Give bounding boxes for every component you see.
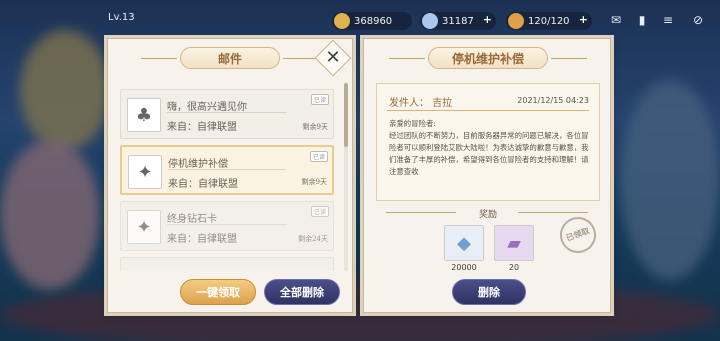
mail-detail-panel: 停机维护补偿 发件人： 吉拉 2021/12/15 04:23 亲爱的冒险者: …	[363, 38, 611, 313]
reward-diamond[interactable]: ◆	[444, 225, 484, 261]
mail-item-selected[interactable]: ✦ 停机维护补偿 来自：自律联盟 已读 剩余9天	[120, 145, 334, 195]
mail-list[interactable]: ♣ 嗨，很高兴遇见你 来自：自律联盟 已读 剩余9天 ✦ 停机维护补偿 来自：自…	[120, 83, 342, 271]
mail-gift-icon: ✦	[127, 210, 161, 244]
sender: 发件人： 吉拉	[389, 98, 453, 109]
letter-greeting: 亲爱的冒险者:	[389, 119, 436, 128]
diamond-resource[interactable]: 31187 +	[420, 12, 496, 30]
mail-divider	[168, 169, 286, 170]
read-badge: 已读	[310, 94, 329, 105]
phone-icon[interactable]: ▮	[634, 12, 650, 28]
diamond-icon	[422, 13, 438, 29]
mail-divider	[167, 112, 287, 113]
mail-title: 停机维护补偿	[168, 159, 228, 170]
mail-divider	[167, 224, 287, 225]
gold-coin-icon	[334, 13, 350, 29]
mail-item[interactable]: ♣ 嗨，很高兴遇见你 来自：自律联盟 已读 剩余9天	[120, 89, 334, 139]
detail-title: 停机维护补偿	[389, 47, 587, 69]
gold-value: 368960	[354, 15, 393, 27]
delete-all-button[interactable]: 全部删除	[264, 279, 340, 305]
claim-all-button[interactable]: 一键领取	[180, 279, 256, 305]
mailbox-title: 邮件	[141, 47, 319, 69]
mail-item[interactable]: ✦ 终身钻石卡 来自：自律联盟 已读 剩余24天	[120, 201, 334, 251]
stamina-value: 120/120	[528, 15, 570, 27]
gold-resource[interactable]: 368960	[332, 12, 412, 30]
letter-content: 经过团队的不断努力，目前服务器异常的问题已解决，各位冒险者可以顺利登陆艾欧大陆啦…	[389, 131, 589, 176]
letter-body: 亲爱的冒险者: 经过团队的不断努力，目前服务器异常的问题已解决，各位冒险者可以顺…	[389, 118, 589, 178]
reward-count: 20000	[451, 263, 477, 272]
close-icon: ✕	[325, 47, 341, 68]
reward-count: 20	[508, 263, 520, 272]
diamond-icon: ◆	[457, 232, 471, 254]
mail-expire: 剩余9天	[302, 123, 328, 131]
mail-expire: 剩余9天	[301, 178, 327, 186]
mail-date: 2021/12/15 04:23	[517, 96, 589, 105]
player-level: Lv.13	[108, 12, 135, 23]
mail-gift-icon: ✦	[128, 155, 162, 189]
mail-scrollbar[interactable]	[344, 83, 348, 271]
read-badge: 已读	[309, 151, 328, 162]
letter: 发件人： 吉拉 2021/12/15 04:23 亲爱的冒险者: 经过团队的不断…	[376, 83, 600, 201]
mail-expire: 剩余24天	[298, 235, 328, 243]
card-icon: ▰	[507, 232, 521, 254]
mail-from: 来自：自律联盟	[167, 234, 237, 245]
close-button[interactable]: ✕	[314, 39, 352, 77]
read-badge: 已读	[310, 206, 329, 217]
menu-icon[interactable]: ≡	[660, 12, 676, 28]
chat-icon[interactable]: ✉	[608, 12, 624, 28]
mailbox-panel: 邮件 ✕ ♣ 嗨，很高兴遇见你 来自：自律联盟 已读 剩余9天 ✦ 停机维护补偿…	[107, 38, 353, 313]
mail-avatar-icon: ♣	[127, 98, 161, 132]
stamina-resource[interactable]: 120/120 +	[506, 12, 592, 30]
game-screen: Lv.13 368960 31187 + 120/120 + ✉ ▮ ≡ ⊘ 邮…	[0, 0, 720, 341]
add-stamina-icon[interactable]: +	[579, 13, 588, 26]
reward-divider	[518, 212, 588, 213]
hide-ui-icon[interactable]: ⊘	[690, 12, 706, 28]
letter-divider	[387, 110, 589, 111]
mail-from: 来自：自律联盟	[168, 179, 238, 190]
mail-title: 终身钻石卡	[167, 214, 217, 225]
mail-from: 来自：自律联盟	[167, 122, 237, 133]
reward-card[interactable]: ▰	[494, 225, 534, 261]
add-diamond-icon[interactable]: +	[483, 13, 492, 26]
delete-button[interactable]: 删除	[452, 279, 526, 305]
scroll-thumb[interactable]	[344, 83, 348, 147]
mail-item[interactable]	[120, 257, 334, 271]
stamina-icon	[508, 13, 524, 29]
mail-title: 嗨，很高兴遇见你	[167, 102, 247, 113]
diamond-value: 31187	[442, 15, 474, 27]
